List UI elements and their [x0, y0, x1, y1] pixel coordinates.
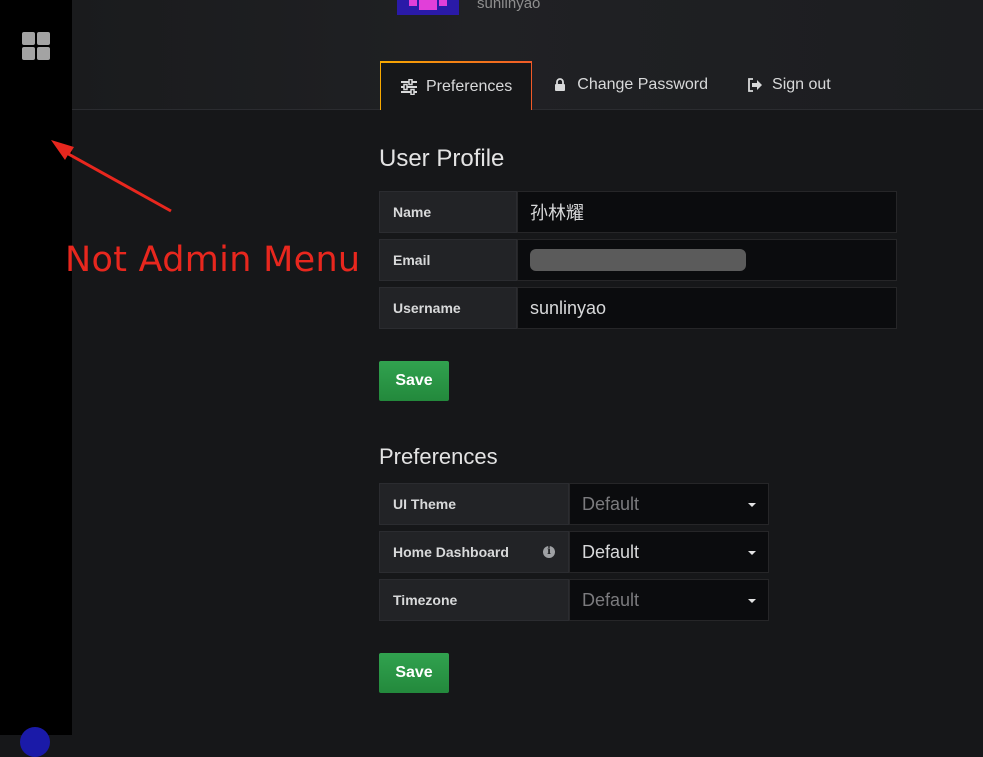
home-dashboard-row: Home Dashboard i Default — [379, 531, 769, 573]
tab-preferences[interactable]: Preferences — [380, 61, 533, 110]
tab-label: Sign out — [772, 76, 831, 93]
home-dashboard-label: Home Dashboard i — [379, 531, 569, 573]
profile-username: sunlinyao — [477, 0, 541, 12]
email-input[interactable] — [517, 239, 897, 281]
profile-tabs: Preferences Change Password Sign out — [380, 61, 850, 110]
sliders-icon — [400, 78, 418, 95]
tab-sign-out[interactable]: Sign out — [727, 61, 850, 109]
name-input[interactable]: 孙林耀 — [517, 191, 897, 233]
email-row: Email — [379, 239, 897, 281]
save-profile-button[interactable]: Save — [379, 361, 449, 401]
tab-change-password[interactable]: Change Password — [532, 61, 727, 109]
user-profile-title: User Profile — [379, 145, 505, 172]
ui-theme-value: Default — [582, 493, 640, 514]
timezone-select[interactable]: Default — [569, 579, 769, 621]
info-icon[interactable]: i — [543, 546, 555, 558]
email-label: Email — [379, 239, 517, 281]
caret-down-icon — [748, 551, 756, 555]
home-dashboard-select[interactable]: Default — [569, 531, 769, 573]
caret-down-icon — [748, 599, 756, 603]
profile-avatar — [397, 0, 459, 15]
tab-label: Preferences — [426, 77, 513, 95]
username-input[interactable]: sunlinyao — [517, 287, 897, 329]
name-label: Name — [379, 191, 517, 233]
preferences-title: Preferences — [379, 444, 498, 469]
ui-theme-select[interactable]: Default — [569, 483, 769, 525]
ui-theme-row: UI Theme Default — [379, 483, 769, 525]
sidebar — [0, 0, 72, 757]
redacted-email — [530, 249, 746, 271]
name-row: Name 孙林耀 — [379, 191, 897, 233]
grid-icon[interactable] — [22, 32, 50, 60]
lock-icon — [551, 78, 569, 92]
home-dashboard-label-text: Home Dashboard — [393, 544, 509, 560]
timezone-value: Default — [582, 589, 640, 610]
username-label: Username — [379, 287, 517, 329]
home-dashboard-value: Default — [582, 541, 640, 562]
annotation-arrow — [51, 140, 172, 213]
timezone-row: Timezone Default — [379, 579, 769, 621]
username-row: Username sunlinyao — [379, 287, 897, 329]
caret-down-icon — [748, 503, 756, 507]
save-preferences-button[interactable]: Save — [379, 653, 449, 693]
user-avatar[interactable] — [20, 727, 50, 757]
sign-out-icon — [746, 78, 764, 92]
tab-label: Change Password — [577, 76, 709, 93]
timezone-label: Timezone — [379, 579, 569, 621]
ui-theme-label: UI Theme — [379, 483, 569, 525]
annotation-text: Not Admin Menu — [65, 240, 361, 280]
